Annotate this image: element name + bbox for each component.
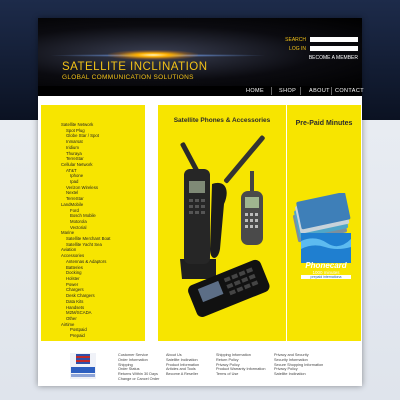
- phonecard-tagline: prepaid internationa: [301, 275, 351, 279]
- logo-title[interactable]: SATELLITE INCLINATION: [62, 61, 208, 73]
- category-item[interactable]: Antennas & Adaptors: [61, 259, 110, 265]
- nav-home[interactable]: HOME: [246, 88, 264, 94]
- phonecard-label-box: Phonecard 1000 minutes prepaid internati…: [301, 262, 351, 279]
- footer-link[interactable]: Change or Cancel Order: [118, 377, 159, 382]
- nav-contact[interactable]: CONTACT: [335, 88, 364, 94]
- main-nav: HOME SHOP ABOUT CONTACT: [38, 86, 364, 96]
- sunrise-graphic: [108, 50, 198, 60]
- footer-column-about: About Us Satellite Inclination Product Inf…: [166, 353, 199, 377]
- nav-divider: [271, 87, 272, 95]
- nav-shop[interactable]: SHOP: [279, 88, 296, 94]
- site-footer: Customer Service Order Information Shippin…: [38, 345, 362, 386]
- prepaid-panel-title[interactable]: Pre-Paid Minutes: [287, 120, 361, 127]
- login-input[interactable]: [310, 46, 358, 51]
- footer-column-privacy: Privacy and Security Security Information…: [274, 353, 323, 377]
- search-row: SEARCH: [272, 35, 358, 44]
- login-row: LOG IN: [272, 44, 358, 53]
- phonecards-image[interactable]: [287, 193, 361, 313]
- site-header: SATELLITE INCLINATION GLOBAL COMMUNICATI…: [38, 18, 362, 86]
- satellite-phones-image[interactable]: [158, 129, 286, 339]
- category-item[interactable]: Satellite Merchant Boat: [61, 236, 110, 242]
- login-label: LOG IN: [289, 45, 306, 52]
- search-label: SEARCH: [285, 36, 306, 43]
- category-panel: Satellite Network Spot Plug Globe Star / S…: [41, 105, 145, 341]
- prepaid-minutes-panel[interactable]: Pre-Paid Minutes Phonecard 1000 minutes …: [287, 105, 361, 341]
- login-box: SEARCH LOG IN BECOME A MEMBER: [272, 35, 358, 61]
- footer-link[interactable]: Satellite Inclination: [166, 358, 199, 363]
- become-member-link[interactable]: BECOME A MEMBER: [272, 55, 358, 61]
- nav-divider: [331, 87, 332, 95]
- footer-link[interactable]: Become A Reseller: [166, 372, 199, 377]
- accreditation-badge-icon[interactable]: [70, 353, 96, 379]
- footer-column-customer-service: Customer Service Order Information Shippin…: [118, 353, 159, 382]
- footer-column-shipping: Shipping Information Return Policy Privacy…: [216, 353, 265, 377]
- nav-about[interactable]: ABOUT: [309, 88, 330, 94]
- page-container: SATELLITE INCLINATION GLOBAL COMMUNICATI…: [38, 18, 364, 386]
- logo-subtitle: GLOBAL COMMUNICATION SOLUTIONS: [62, 74, 194, 81]
- category-list: Satellite Network Spot Plug Globe Star / S…: [61, 122, 110, 339]
- phonecard-label: Phonecard: [305, 261, 347, 270]
- footer-link[interactable]: Terms of Use: [216, 372, 265, 377]
- search-input[interactable]: [310, 37, 358, 42]
- phones-panel-title[interactable]: Satellite Phones & Accessories: [158, 117, 286, 124]
- nav-divider: [300, 87, 301, 95]
- phones-panel[interactable]: Satellite Phones & Accessories: [158, 105, 286, 341]
- category-item[interactable]: Prepaid: [61, 333, 110, 339]
- footer-link[interactable]: Satellite Inclination: [274, 372, 323, 377]
